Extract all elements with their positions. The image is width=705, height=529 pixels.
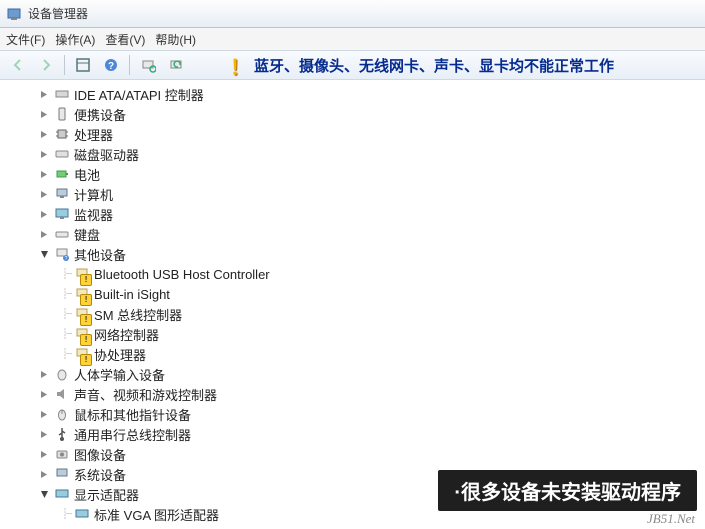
tree-node-usb[interactable]: 通用串行总线控制器 [18, 424, 705, 444]
usb-icon [54, 426, 70, 442]
menu-help[interactable]: 帮助(H) [155, 31, 196, 48]
collapse-icon[interactable] [38, 488, 50, 500]
menu-file[interactable]: 文件(F) [6, 31, 45, 48]
tree-node-portable[interactable]: 便携设备 [18, 104, 705, 124]
tree-line: ┊┄ [62, 349, 70, 360]
expand-icon[interactable] [38, 428, 50, 440]
expand-icon[interactable] [38, 88, 50, 100]
tree-node-computer[interactable]: 计算机 [18, 184, 705, 204]
menu-action[interactable]: 操作(A) [55, 31, 95, 48]
tree-node-battery[interactable]: 电池 [18, 164, 705, 184]
tree-line: ┊┄ [62, 509, 70, 520]
keyboard-icon [54, 226, 70, 242]
warning-icon: ！ [230, 51, 250, 80]
svg-text:?: ? [108, 61, 114, 72]
titlebar: 设备管理器 [0, 0, 705, 28]
expand-icon[interactable] [38, 368, 50, 380]
device-tree: IDE ATA/ATAPI 控制器 便携设备 处理器 磁盘驱动器 电池 计算机 … [0, 80, 705, 529]
expand-icon[interactable] [38, 228, 50, 240]
help-button[interactable]: ? [99, 53, 123, 77]
tree-node-sound[interactable]: 声音、视频和游戏控制器 [18, 384, 705, 404]
cpu-icon [54, 126, 70, 142]
portable-icon [54, 106, 70, 122]
scan-button[interactable] [136, 53, 160, 77]
tree-node-mouse[interactable]: 鼠标和其他指针设备 [18, 404, 705, 424]
imaging-icon [54, 446, 70, 462]
tree-node-monitor[interactable]: 监视器 [18, 204, 705, 224]
toolbar-separator [64, 55, 65, 75]
tree-node-netcontroller[interactable]: ┊┄网络控制器 [18, 324, 705, 344]
tree-line: ┊┄ [62, 289, 70, 300]
warning-banner: ！ 蓝牙、摄像头、无线网卡、声卡、显卡均不能正常工作 [230, 50, 614, 80]
other-devices-icon: ? [54, 246, 70, 262]
display-adapter-icon [74, 506, 90, 522]
tree-node-smbus[interactable]: ┊┄SM 总线控制器 [18, 304, 705, 324]
unknown-device-icon [74, 266, 90, 282]
expand-icon[interactable] [38, 128, 50, 140]
expand-icon[interactable] [38, 448, 50, 460]
tree-node-disk[interactable]: 磁盘驱动器 [18, 144, 705, 164]
tree-node-ide[interactable]: IDE ATA/ATAPI 控制器 [18, 84, 705, 104]
tree-line: ┊┄ [62, 329, 70, 340]
menu-view[interactable]: 查看(V) [105, 31, 145, 48]
unknown-device-icon [74, 326, 90, 342]
expand-icon[interactable] [38, 108, 50, 120]
sound-icon [54, 386, 70, 402]
menubar: 文件(F) 操作(A) 查看(V) 帮助(H) [0, 28, 705, 50]
expand-icon[interactable] [38, 168, 50, 180]
controller-icon [54, 86, 70, 102]
unknown-device-icon [74, 286, 90, 302]
battery-icon [54, 166, 70, 182]
tree-node-isight[interactable]: ┊┄Built-in iSight [18, 284, 705, 304]
expand-icon[interactable] [38, 208, 50, 220]
tree-node-cpu[interactable]: 处理器 [18, 124, 705, 144]
hid-icon [54, 366, 70, 382]
expand-icon[interactable] [38, 188, 50, 200]
collapse-icon[interactable] [38, 248, 50, 260]
system-icon [54, 466, 70, 482]
banner-text: 蓝牙、摄像头、无线网卡、声卡、显卡均不能正常工作 [254, 55, 614, 76]
refresh-button[interactable] [164, 53, 188, 77]
computer-icon [54, 186, 70, 202]
app-icon [6, 6, 22, 22]
tree-node-imaging[interactable]: 图像设备 [18, 444, 705, 464]
tree-node-hid[interactable]: 人体学输入设备 [18, 364, 705, 384]
expand-icon[interactable] [38, 408, 50, 420]
properties-button[interactable] [71, 53, 95, 77]
tree-node-other[interactable]: ?其他设备 [18, 244, 705, 264]
tree-line: ┊┄ [62, 269, 70, 280]
tree-node-bluetooth[interactable]: ┊┄Bluetooth USB Host Controller [18, 264, 705, 284]
unknown-device-icon [74, 346, 90, 362]
forward-button[interactable] [34, 53, 58, 77]
display-adapter-icon [54, 486, 70, 502]
disk-icon [54, 146, 70, 162]
watermark: JB51.Net [647, 511, 695, 527]
mouse-icon [54, 406, 70, 422]
tree-line: ┊┄ [62, 309, 70, 320]
back-button[interactable] [6, 53, 30, 77]
monitor-icon [54, 206, 70, 222]
expand-icon[interactable] [38, 388, 50, 400]
svg-text:?: ? [65, 256, 68, 262]
expand-icon[interactable] [38, 468, 50, 480]
toolbar-separator [129, 55, 130, 75]
tree-node-keyboard[interactable]: 键盘 [18, 224, 705, 244]
window-title: 设备管理器 [28, 5, 88, 22]
expand-icon[interactable] [38, 148, 50, 160]
caption-overlay: ·很多设备未安装驱动程序 [438, 470, 697, 511]
tree-node-coprocessor[interactable]: ┊┄协处理器 [18, 344, 705, 364]
unknown-device-icon [74, 306, 90, 322]
